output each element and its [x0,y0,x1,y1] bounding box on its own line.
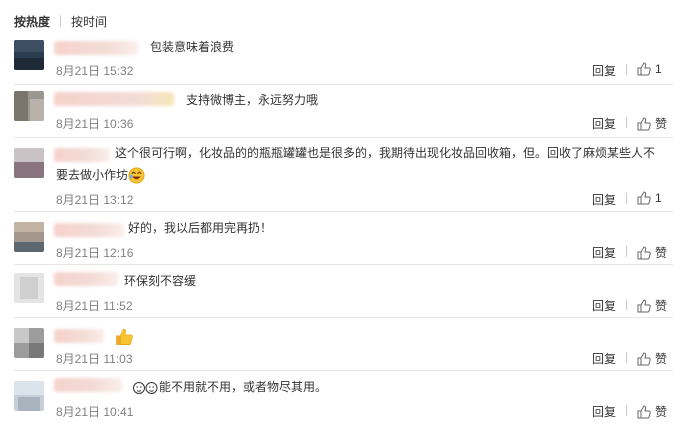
sort-divider [60,15,62,27]
avatar[interactable] [14,148,44,178]
comment-text-line2: 要去做小作坊 [56,165,145,186]
comment-text: 好的，我以后都用完再扔！ [128,221,273,235]
comment-text: 能不用就不用，或者物尽其用。 [159,380,328,394]
avatar[interactable] [14,222,44,252]
comment-item: 8月21日 11:03 回复 赞 [0,318,687,371]
username-blurred[interactable] [54,148,110,162]
thumbs-up-icon [637,62,651,76]
comment-item: 能不用就不用，或者物尽其用。 8月21日 10:41 回复 赞 [0,371,687,434]
username-blurred[interactable] [54,378,122,392]
like-button[interactable]: 赞 [626,350,668,367]
like-button[interactable]: 赞 [626,244,668,261]
like-button[interactable]: 赞 [626,403,668,420]
reply-button[interactable]: 回复 [592,297,616,314]
username-blurred[interactable] [54,329,104,343]
reply-button[interactable]: 回复 [592,403,616,420]
avatar[interactable] [14,91,44,121]
divider [626,193,627,204]
thumbs-up-icon [637,245,651,259]
like-button[interactable]: 赞 [626,115,668,132]
like-button[interactable]: 赞 [626,297,668,314]
comment-time: 8月21日 15:32 [56,64,134,78]
thumbs-up-icon [637,191,651,205]
avatar[interactable] [14,381,44,411]
comment-time: 8月21日 11:03 [56,352,133,366]
comment-text: 支持微博主，永远努力哦 [186,93,319,107]
thumbs-up-icon [637,351,651,365]
username-blurred[interactable] [54,272,118,286]
reply-button[interactable]: 回复 [592,191,616,208]
username-blurred[interactable] [54,41,138,55]
avatar[interactable] [14,328,44,358]
reply-button[interactable]: 回复 [592,115,616,132]
avatar[interactable] [14,40,44,70]
like-count: 赞 [655,117,668,131]
comment-item: 好的，我以后都用完再扔！ 8月21日 12:16 回复 赞 [0,212,687,265]
like-count: 赞 [655,246,668,260]
reply-button[interactable]: 回复 [592,350,616,367]
like-count: 赞 [655,405,668,419]
sort-bar: 按热度 按时间 [14,12,107,30]
comment-text: 环保刻不容缓 [124,274,197,288]
comment-time: 8月21日 10:41 [56,405,134,419]
comment-time: 8月21日 10:36 [56,117,134,131]
comment-item: 包装意味着浪费 8月21日 15:32 回复 1 [0,38,687,85]
comment-text: 这个很可行啊，化妆品的的瓶瓶罐罐也是很多的，我期待出现化妆品回收箱，但。回收了麻… [115,146,656,160]
reply-button[interactable]: 回复 [592,244,616,261]
divider [626,64,627,75]
thumbs-up-icon [637,298,651,312]
comment-text: 包装意味着浪费 [150,40,235,54]
comment-item: 支持微博主，永远努力哦 8月21日 10:36 回复 赞 [0,85,687,138]
username-blurred[interactable] [54,223,124,237]
sort-by-hot[interactable]: 按热度 [14,13,50,30]
thumbs-up-icon [637,116,651,130]
comment-time: 8月21日 12:16 [56,246,134,260]
like-count: 1 [655,191,662,205]
like-count: 赞 [655,299,668,313]
thumbs-up-emoji-icon [116,328,133,345]
like-count: 1 [655,62,662,76]
username-blurred[interactable] [54,92,174,106]
sort-by-time[interactable]: 按时间 [71,13,107,30]
comment-text-continued: 要去做小作坊 [56,168,129,182]
avatar[interactable] [14,273,44,303]
divider [626,405,627,416]
like-count: 赞 [655,352,668,366]
divider [626,246,627,257]
divider [626,117,627,128]
comment-item: 这个很可行啊，化妆品的的瓶瓶罐罐也是很多的，我期待出现化妆品回收箱，但。回收了麻… [0,138,687,212]
comment-item: 环保刻不容缓 8月21日 11:52 回复 赞 [0,265,687,318]
comment-time: 8月21日 11:52 [56,299,133,313]
like-button[interactable]: 1 [626,191,662,205]
like-button[interactable]: 1 [626,62,662,76]
divider [626,299,627,310]
two-faces-emoji-icon [133,382,158,394]
divider [626,352,627,363]
comment-time: 8月21日 13:12 [56,193,134,207]
laughing-emoji-icon [128,167,145,184]
thumbs-up-icon [637,404,651,418]
reply-button[interactable]: 回复 [592,62,616,79]
